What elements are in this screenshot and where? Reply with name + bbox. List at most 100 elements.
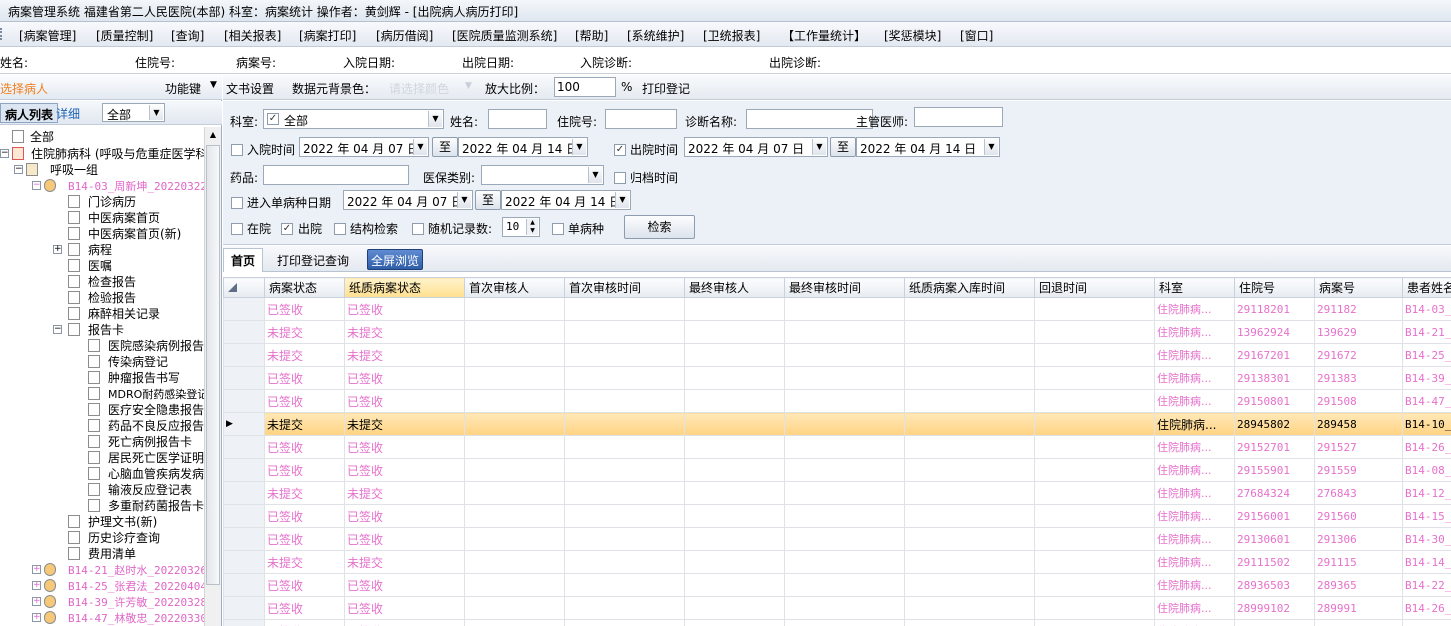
menu-workload-statistics[interactable]: 【工作量统计】 <box>782 27 866 44</box>
row-indicator[interactable] <box>223 320 265 344</box>
drug-input[interactable] <box>263 165 409 185</box>
table-row[interactable]: 未提交未提交 住院肺病...13962924139629B14-21_赵 <box>223 320 1451 344</box>
admit-time-checkbox[interactable] <box>231 144 243 156</box>
column-header[interactable]: 病案号 <box>1314 277 1403 298</box>
chevron-down-icon[interactable]: ▼ <box>588 167 602 183</box>
tree-item-report[interactable]: 医院感染病例报告 <box>88 338 204 354</box>
insurance-select[interactable]: ▼ <box>481 165 604 185</box>
menu-reward-penalty[interactable]: [奖惩模块] <box>884 27 941 44</box>
dept-checkbox[interactable]: ✓ <box>267 113 279 125</box>
collapse-icon[interactable]: − <box>32 181 41 190</box>
expand-icon[interactable]: + <box>32 581 41 590</box>
table-row[interactable]: 未提交未提交 住院肺病...27684324276843B14-12_吴 <box>223 481 1451 505</box>
table-row[interactable]: 已签收已签收 住院肺病...29152701291527B14-26_林 <box>223 435 1451 459</box>
tree-item-report[interactable]: MDRO耐药感染登记 <box>88 386 204 402</box>
menu-record-borrow[interactable]: [病历借阅] <box>376 27 433 44</box>
row-indicator[interactable] <box>223 343 265 367</box>
row-pointer-icon[interactable]: ▶ <box>223 412 265 436</box>
collapse-icon[interactable]: − <box>14 165 23 174</box>
row-indicator[interactable] <box>223 297 265 321</box>
expand-icon[interactable]: + <box>32 597 41 606</box>
tree-item-patient[interactable]: + B14-21_赵时水_20220326 <box>32 562 204 578</box>
menu-quality-control[interactable]: [质量控制] <box>96 27 153 44</box>
row-indicator[interactable] <box>223 366 265 390</box>
zoom-input[interactable] <box>554 77 616 97</box>
tree-item-doc[interactable]: 门诊病历 <box>68 194 136 210</box>
column-header[interactable]: 纸质病案入库时间 <box>904 277 1035 298</box>
tree-item-patient[interactable]: + B14-25_张君法_20220404 <box>32 578 204 594</box>
row-indicator[interactable] <box>223 435 265 459</box>
table-row[interactable]: 已签收已签收 住院肺病...29130601291306B14-30_王 <box>223 527 1451 551</box>
row-indicator[interactable] <box>223 504 265 528</box>
table-row[interactable]: 已签收已签收 住院肺病...28936503289365B14-22_李 <box>223 573 1451 597</box>
column-header[interactable]: 最终审核人 <box>684 277 785 298</box>
table-row[interactable]: 已签收已签收 住院肺病...29155901291559B14-08_黄 <box>223 458 1451 482</box>
chevron-down-icon[interactable]: ▼ <box>149 105 163 120</box>
in-hospital-checkbox[interactable] <box>231 223 243 235</box>
tree-item-patient[interactable]: + B14-47_林敬忠_20220330 <box>32 610 204 626</box>
expand-icon[interactable]: + <box>32 613 41 622</box>
disease-date-checkbox[interactable] <box>231 197 243 209</box>
menu-health-statistics[interactable]: [卫统报表] <box>703 27 760 44</box>
spin-up-icon[interactable]: ▲ <box>526 219 538 227</box>
tree-item-doc[interactable]: 护理文书(新) <box>68 514 157 530</box>
tree-item-doc[interactable]: 麻醉相关记录 <box>68 306 160 322</box>
scope-select[interactable]: 全部 ▼ <box>102 103 165 122</box>
column-header[interactable]: 病案状态 <box>264 277 345 298</box>
select-patient-label[interactable]: 选择病人 <box>0 80 48 97</box>
tree-item-doc[interactable]: 检查报告 <box>68 274 136 290</box>
menu-query[interactable]: [查询] <box>171 27 204 44</box>
discharge-time-checkbox[interactable]: ✓ <box>614 144 626 156</box>
row-indicator[interactable] <box>223 481 265 505</box>
collapse-icon[interactable]: − <box>0 149 9 158</box>
tree-item-report[interactable]: 输液反应登记表 <box>88 482 192 498</box>
menu-system-maintenance[interactable]: [系统维护] <box>627 27 684 44</box>
doc-settings-button[interactable]: 文书设置 <box>226 80 274 97</box>
column-header[interactable]: 回退时间 <box>1034 277 1155 298</box>
struct-search-checkbox[interactable] <box>334 223 346 235</box>
row-indicator[interactable] <box>223 619 265 626</box>
column-header[interactable]: 患者姓名 <box>1402 277 1451 298</box>
column-header[interactable]: 住院号 <box>1234 277 1315 298</box>
tree-scrollbar[interactable]: ▲ <box>204 127 221 626</box>
column-header[interactable]: 首次审核时间 <box>564 277 685 298</box>
row-indicator[interactable] <box>223 389 265 413</box>
tree-item-report[interactable]: 多重耐药菌报告卡 <box>88 498 204 514</box>
expand-icon[interactable]: + <box>32 565 41 574</box>
calendar-dropdown-icon[interactable]: ▼ <box>812 139 826 155</box>
tree-item-doc[interactable]: − 报告卡 <box>53 322 124 338</box>
column-header[interactable]: 纸质病案状态 <box>344 277 465 298</box>
scroll-thumb[interactable] <box>206 145 220 585</box>
disease-from-date[interactable]: 2022 年 04 月 07 日 ▼ <box>343 190 473 210</box>
tree-item-doc[interactable]: 医嘱 <box>68 258 112 274</box>
bg-color-select[interactable]: 请选择颜色 ▼ <box>385 78 477 97</box>
chevron-down-icon[interactable]: ▼ <box>465 81 472 91</box>
fullscreen-button[interactable]: 全屏浏览 <box>367 249 424 270</box>
discharge-to-date[interactable]: 2022 年 04 月 14 日 ▼ <box>856 137 1000 157</box>
menu-case-management[interactable]: [病案管理] <box>19 27 76 44</box>
spin-down-icon[interactable]: ▼ <box>526 227 538 235</box>
print-register-button[interactable]: 打印登记 <box>642 80 690 97</box>
admit-to-date[interactable]: 2022 年 04 月 14 日 ▼ <box>458 137 588 157</box>
name-input[interactable] <box>488 109 547 129</box>
archive-time-checkbox[interactable] <box>614 172 626 184</box>
diagnosis-input[interactable] <box>746 109 873 129</box>
tree-item-report[interactable]: 医疗安全隐患报告 <box>88 402 204 418</box>
column-header[interactable]: 最终审核时间 <box>784 277 905 298</box>
tab-print-query[interactable]: 打印登记查询 <box>277 252 349 269</box>
admit-from-date[interactable]: 2022 年 04 月 07 日 ▼ <box>299 137 429 157</box>
tree-item-all[interactable]: 全部 <box>10 129 54 145</box>
menu-case-print[interactable]: [病案打印] <box>299 27 356 44</box>
tree-item-report[interactable]: 居民死亡医学证明 <box>88 450 204 466</box>
menu-quality-monitor[interactable]: [医院质量监测系统] <box>452 27 557 44</box>
table-row[interactable]: 已签收已签收 住院肺病...29138301291383B14-39_许 <box>223 366 1451 390</box>
scroll-up-icon[interactable]: ▲ <box>205 127 221 143</box>
calendar-dropdown-icon[interactable]: ▼ <box>984 139 998 155</box>
search-button[interactable]: 检索 <box>624 215 695 239</box>
table-row[interactable]: 未提交未提交 住院肺病...29167201291672B14-25_张 <box>223 343 1451 367</box>
tree-item-report[interactable]: 药品不良反应报告 <box>88 418 204 434</box>
row-indicator[interactable] <box>223 573 265 597</box>
calendar-dropdown-icon[interactable]: ▼ <box>615 192 629 208</box>
tree-item-report[interactable]: 心脑血管疾病发病 <box>88 466 204 482</box>
calendar-dropdown-icon[interactable]: ▼ <box>572 139 586 155</box>
